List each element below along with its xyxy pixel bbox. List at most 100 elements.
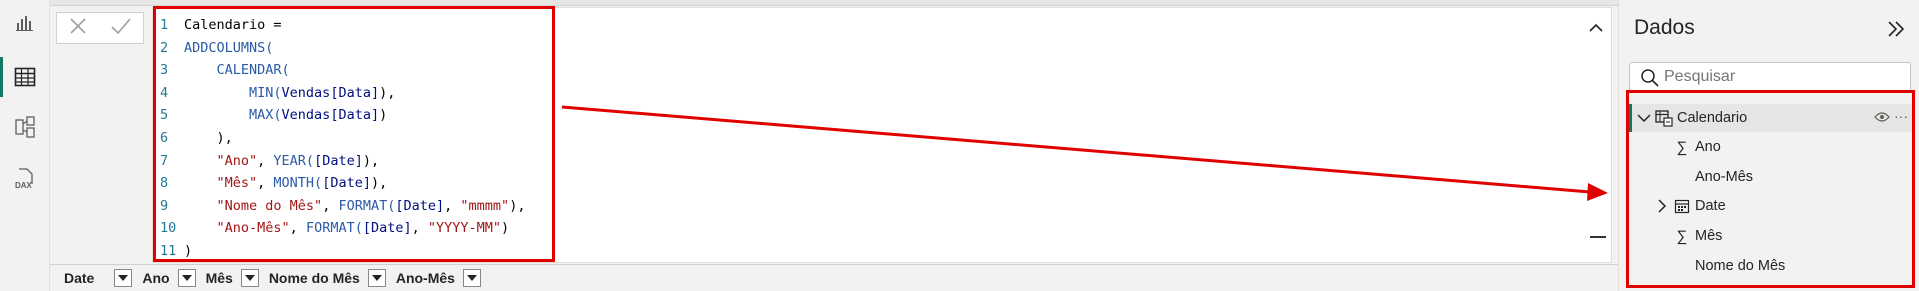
code-token: ),	[216, 129, 233, 146]
line-number: 8	[160, 175, 169, 192]
code-token: "mmmm"	[460, 197, 510, 214]
more-options-icon[interactable]: ···	[1894, 108, 1908, 124]
line-number: 5	[160, 107, 169, 124]
code-token: ),	[362, 152, 380, 169]
chevron-down-icon[interactable]	[367, 269, 386, 287]
code-token: [Date]	[395, 197, 445, 214]
code-token: ),	[379, 84, 396, 101]
line-number: 2	[160, 39, 169, 56]
column-header-ano[interactable]: Ano	[142, 269, 196, 287]
code-token: YEAR(	[273, 152, 315, 169]
column-header-label: Ano-Mês	[395, 270, 455, 286]
code-token: MAX(	[249, 107, 282, 124]
search-field[interactable]	[1629, 62, 1911, 92]
code-token: Vendas[Data]	[281, 107, 380, 124]
column-header-label: Ano	[142, 270, 170, 286]
table-view-icon[interactable]	[10, 62, 40, 92]
code-token: Calendario =	[184, 17, 282, 33]
sigma-icon: ∑	[1676, 138, 1688, 156]
field-label: Nome do Mês	[1695, 258, 1786, 274]
code-token: Vendas[Data]	[281, 84, 380, 101]
chevron-down-icon[interactable]	[114, 269, 133, 287]
field-label: Ano-Mês	[1695, 169, 1754, 185]
tree-field-ano[interactable]: ∑ Ano	[1629, 133, 1912, 161]
code-token: ,	[257, 175, 274, 192]
line-number: 10	[160, 220, 177, 237]
tree-table-calendario[interactable]: Calendario ···	[1629, 104, 1912, 132]
close-icon[interactable]	[68, 16, 88, 41]
table-column-headers: Date Ano Mês Nome do Mês Ano-Mês	[50, 264, 1618, 291]
line-number: 9	[160, 197, 169, 214]
dax-code[interactable]: 1 Calendario = 2 ADDCOLUMNS( 3 CALENDAR( 4…	[160, 14, 525, 263]
code-token: ,	[411, 220, 428, 237]
model-view-icon[interactable]	[10, 112, 40, 142]
code-token: )	[379, 107, 388, 124]
minimize-icon[interactable]	[1590, 236, 1606, 238]
line-number: 4	[160, 84, 169, 101]
chevron-up-icon[interactable]	[1586, 18, 1606, 38]
tree-field-mes[interactable]: ∑ Mês	[1629, 222, 1912, 250]
sigma-icon: ∑	[1676, 227, 1688, 245]
data-pane: Dados Calendario ··· ∑ Ano	[1618, 0, 1919, 291]
calendar-icon	[1673, 197, 1691, 215]
field-label: Date	[1695, 198, 1726, 214]
field-label: Ano	[1695, 139, 1721, 155]
code-token: ),	[370, 175, 388, 192]
line-number: 6	[160, 129, 169, 146]
tree-field-nome-do-mes[interactable]: Nome do Mês	[1629, 252, 1912, 280]
field-label: Mês	[1695, 228, 1723, 244]
column-header-ano-mes[interactable]: Ano-Mês	[396, 269, 481, 287]
dax-label: DAX	[15, 181, 33, 190]
tree-field-date[interactable]: Date	[1629, 192, 1912, 220]
code-token: [Date]	[314, 152, 363, 169]
line-number: 11	[160, 242, 177, 259]
code-token: FORMAT(	[305, 220, 363, 237]
chevron-down-icon[interactable]	[177, 269, 196, 287]
code-token: ),	[509, 197, 526, 214]
column-header-label: Nome do Mês	[268, 270, 360, 286]
line-number: 3	[160, 62, 169, 79]
code-token: [Date]	[362, 220, 412, 237]
chevron-down-icon[interactable]	[240, 269, 259, 287]
dax-query-view-icon[interactable]: DAX	[10, 164, 40, 194]
line-number: 7	[160, 152, 169, 169]
chevron-right-icon[interactable]	[1655, 199, 1669, 213]
code-token: )	[501, 220, 510, 237]
code-token: ,	[257, 152, 274, 169]
column-header-date[interactable]: Date	[64, 269, 133, 287]
code-token: ,	[322, 197, 339, 214]
code-token: "YYYY-MM"	[427, 220, 502, 237]
table-name: Calendario	[1677, 110, 1748, 126]
eye-icon[interactable]	[1874, 111, 1890, 127]
double-chevron-right-icon[interactable]	[1885, 18, 1907, 40]
active-view-indicator	[0, 57, 3, 97]
line-number: 1	[160, 17, 169, 33]
column-header-label: Date	[64, 270, 95, 286]
column-header-nome-do-mes[interactable]: Nome do Mês	[269, 269, 386, 287]
ribbon-edge	[50, 0, 1618, 6]
view-switcher-rail: DAX	[0, 0, 50, 291]
calculated-table-icon	[1655, 109, 1673, 127]
tree-field-ano-mes[interactable]: Ano-Mês	[1629, 163, 1912, 191]
search-input[interactable]	[1664, 68, 1894, 86]
code-token: "Ano"	[216, 152, 258, 169]
chevron-down-icon[interactable]	[1637, 111, 1651, 125]
code-token: CALENDAR(	[216, 62, 290, 79]
column-header-mes[interactable]: Mês	[206, 269, 259, 287]
code-token: MONTH(	[273, 175, 323, 192]
pane-title: Dados	[1634, 16, 1695, 39]
code-token: "Nome do Mês"	[216, 197, 323, 214]
code-token: ,	[289, 220, 306, 237]
code-token: ,	[444, 197, 461, 214]
code-token: FORMAT(	[338, 197, 396, 214]
chevron-down-icon[interactable]	[462, 269, 481, 287]
code-token: [Date]	[322, 175, 371, 192]
code-token: "Mês"	[216, 175, 258, 192]
report-view-icon[interactable]	[10, 8, 40, 38]
power-bi-table-view: DAX 1 Calendario = 2 ADDCOLUMNS( 3 CALENDA…	[0, 0, 1919, 291]
formula-commit-controls	[56, 12, 144, 44]
code-token: ADDCOLUMNS(	[184, 39, 274, 56]
search-icon	[1640, 68, 1660, 93]
check-icon[interactable]	[110, 16, 132, 41]
code-token: )	[184, 242, 193, 259]
